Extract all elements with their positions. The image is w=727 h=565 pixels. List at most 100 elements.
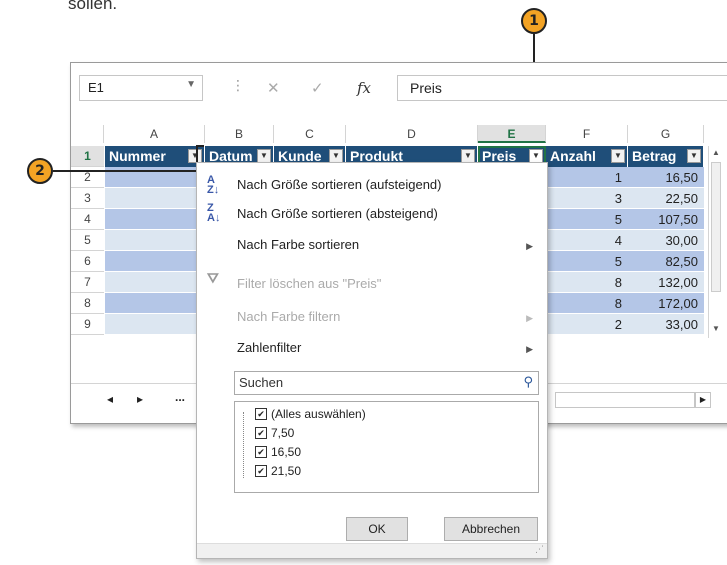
callout-1: 1 <box>521 8 547 34</box>
row-header-5[interactable]: 5 <box>71 230 104 251</box>
filter-dropdown-icon[interactable]: ▼ <box>529 149 543 163</box>
submenu-arrow-icon: ▶ <box>526 313 533 323</box>
cancel-button[interactable]: Abbrechen <box>444 517 538 541</box>
vertical-scrollbar[interactable]: ▲ ▼ <box>708 146 723 338</box>
scrollbar-thumb[interactable] <box>711 162 721 292</box>
tree-line <box>243 412 245 478</box>
column-header-c[interactable]: C <box>274 125 346 143</box>
scroll-up-icon[interactable]: ▲ <box>712 148 720 157</box>
grip-icon: ⋮ <box>231 77 245 93</box>
filter-dropdown-icon[interactable]: ▼ <box>611 149 625 163</box>
filter-dropdown-icon[interactable]: ▼ <box>687 149 701 163</box>
table-header-anzahl[interactable]: Anzahl ▼ <box>546 146 628 167</box>
list-item[interactable]: ✔ 16,50 <box>255 445 301 459</box>
row-header-8[interactable]: 8 <box>71 293 104 314</box>
list-item-select-all[interactable]: ✔ (Alles auswählen) <box>255 407 366 421</box>
filter-value-list: ✔ (Alles auswählen) ✔ 7,50 ✔ 16,50 ✔ 21,50 <box>234 401 539 493</box>
cell-betrag[interactable]: 33,00 <box>628 314 704 335</box>
name-box[interactable]: E1 ▼ <box>79 75 203 101</box>
cell-betrag[interactable]: 107,50 <box>628 209 704 230</box>
number-filter-item[interactable]: Zahlenfilter <box>237 340 301 355</box>
cell-anzahl[interactable]: 4 <box>546 230 628 251</box>
column-header-e[interactable]: E <box>478 125 546 143</box>
autofilter-menu: A Z↓ Nach Größe sortieren (aufsteigend) Z… <box>196 162 548 559</box>
table-cell[interactable] <box>105 230 205 251</box>
filter-search-input[interactable]: Suchen ⚲ <box>234 371 539 395</box>
table-cell[interactable] <box>105 209 205 230</box>
scroll-down-icon[interactable]: ▼ <box>712 324 720 333</box>
cell-betrag[interactable]: 82,50 <box>628 251 704 272</box>
cell-betrag[interactable]: 16,50 <box>628 167 704 188</box>
table-cell[interactable] <box>105 293 205 314</box>
table-header-betrag[interactable]: Betrag ▼ <box>628 146 704 167</box>
cell-anzahl[interactable]: 8 <box>546 272 628 293</box>
table-header-nummer[interactable]: Nummer ▼ <box>105 146 205 167</box>
select-all-corner[interactable] <box>71 125 104 143</box>
cell-betrag[interactable]: 132,00 <box>628 272 704 293</box>
column-header-a[interactable]: A <box>104 125 205 143</box>
resize-grip-icon[interactable]: ⋰ <box>535 544 544 555</box>
row-header-9[interactable]: 9 <box>71 314 104 335</box>
cell-anzahl[interactable]: 8 <box>546 293 628 314</box>
horizontal-scrollbar-thumb[interactable] <box>555 392 695 408</box>
column-header-f[interactable]: F <box>546 125 628 143</box>
row-header-6[interactable]: 6 <box>71 251 104 272</box>
search-placeholder: Suchen <box>239 375 284 390</box>
cell-betrag[interactable]: 172,00 <box>628 293 704 314</box>
table-cell[interactable] <box>105 251 205 272</box>
list-item[interactable]: ✔ 7,50 <box>255 426 294 440</box>
ok-button[interactable]: OK <box>346 517 408 541</box>
scroll-right-icon[interactable]: ▶ <box>695 392 711 408</box>
header-label: Anzahl <box>550 148 596 164</box>
name-box-dropdown-icon[interactable]: ▼ <box>186 79 196 90</box>
checkbox-checked[interactable]: ✔ <box>255 427 267 439</box>
search-icon[interactable]: ⚲ <box>523 374 533 390</box>
name-box-value: E1 <box>88 80 104 95</box>
sort-ascending-item[interactable]: Nach Größe sortieren (aufsteigend) <box>237 177 441 192</box>
insert-function-icon[interactable]: fx <box>357 79 371 97</box>
sort-by-color-item[interactable]: Nach Farbe sortieren <box>237 237 359 252</box>
column-header-g[interactable]: G <box>628 125 704 143</box>
filter-dropdown-icon[interactable]: ▼ <box>329 149 343 163</box>
checkbox-checked[interactable]: ✔ <box>255 408 267 420</box>
list-item[interactable]: ✔ 21,50 <box>255 464 301 478</box>
checkbox-checked[interactable]: ✔ <box>255 446 267 458</box>
cancel-formula-icon[interactable]: ✕ <box>267 79 280 97</box>
cell-anzahl[interactable]: 2 <box>546 314 628 335</box>
clear-filter-item[interactable]: Filter löschen aus "Preis" <box>237 276 381 291</box>
table-cell[interactable] <box>105 314 205 335</box>
sort-descending-icon: Z A↓ <box>207 202 221 224</box>
header-label: Betrag <box>632 148 677 164</box>
sheet-next-icon[interactable]: ▸ <box>137 392 143 406</box>
callout-2: 2 <box>27 158 53 184</box>
cell-anzahl[interactable]: 5 <box>546 251 628 272</box>
filter-dropdown-icon[interactable]: ▼ <box>257 149 271 163</box>
cell-anzahl[interactable]: 3 <box>546 188 628 209</box>
row-header-4[interactable]: 4 <box>71 209 104 230</box>
row-header-1[interactable]: 1 <box>71 146 104 167</box>
list-item-label: (Alles auswählen) <box>271 407 366 421</box>
enter-formula-icon[interactable]: ✓ <box>311 79 324 97</box>
formula-input[interactable]: Preis <box>397 75 727 101</box>
callout-2-line <box>53 170 196 172</box>
column-header-d[interactable]: D <box>346 125 478 143</box>
row-header-7[interactable]: 7 <box>71 272 104 293</box>
filter-by-color-item[interactable]: Nach Farbe filtern <box>237 309 340 324</box>
table-cell[interactable] <box>105 272 205 293</box>
filter-dropdown-icon[interactable]: ▼ <box>461 149 475 163</box>
sheet-prev-icon[interactable]: ◂ <box>107 392 113 406</box>
list-item-label: 16,50 <box>271 445 302 459</box>
sheet-more-icon[interactable]: ... <box>175 390 185 404</box>
column-header-b[interactable]: B <box>205 125 274 143</box>
table-cell[interactable] <box>105 188 205 209</box>
row-header-3[interactable]: 3 <box>71 188 104 209</box>
cell-anzahl[interactable]: 5 <box>546 209 628 230</box>
cell-betrag[interactable]: 30,00 <box>628 230 704 251</box>
sort-descending-item[interactable]: Nach Größe sortieren (absteigend) <box>237 206 438 221</box>
list-item-label: 21,50 <box>271 464 302 478</box>
submenu-arrow-icon: ▶ <box>526 344 533 354</box>
cell-betrag[interactable]: 22,50 <box>628 188 704 209</box>
checkbox-checked[interactable]: ✔ <box>255 465 267 477</box>
cell-anzahl[interactable]: 1 <box>546 167 628 188</box>
submenu-arrow-icon: ▶ <box>526 241 533 251</box>
